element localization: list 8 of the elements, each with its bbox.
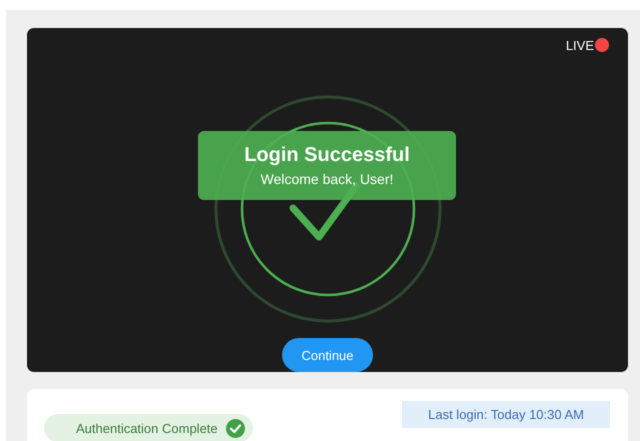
continue-button[interactable]: Continue	[282, 338, 373, 372]
live-label: LIVE	[566, 38, 594, 53]
banner-subtitle: Welcome back, User!	[260, 171, 394, 187]
recording-dot-icon	[595, 38, 609, 52]
status-text: Authentication Complete	[76, 420, 218, 436]
banner-title: Login Successful	[244, 144, 410, 167]
last-login-label: Last login: Today 10:30 AM	[402, 401, 610, 428]
check-circle-icon	[226, 418, 245, 438]
